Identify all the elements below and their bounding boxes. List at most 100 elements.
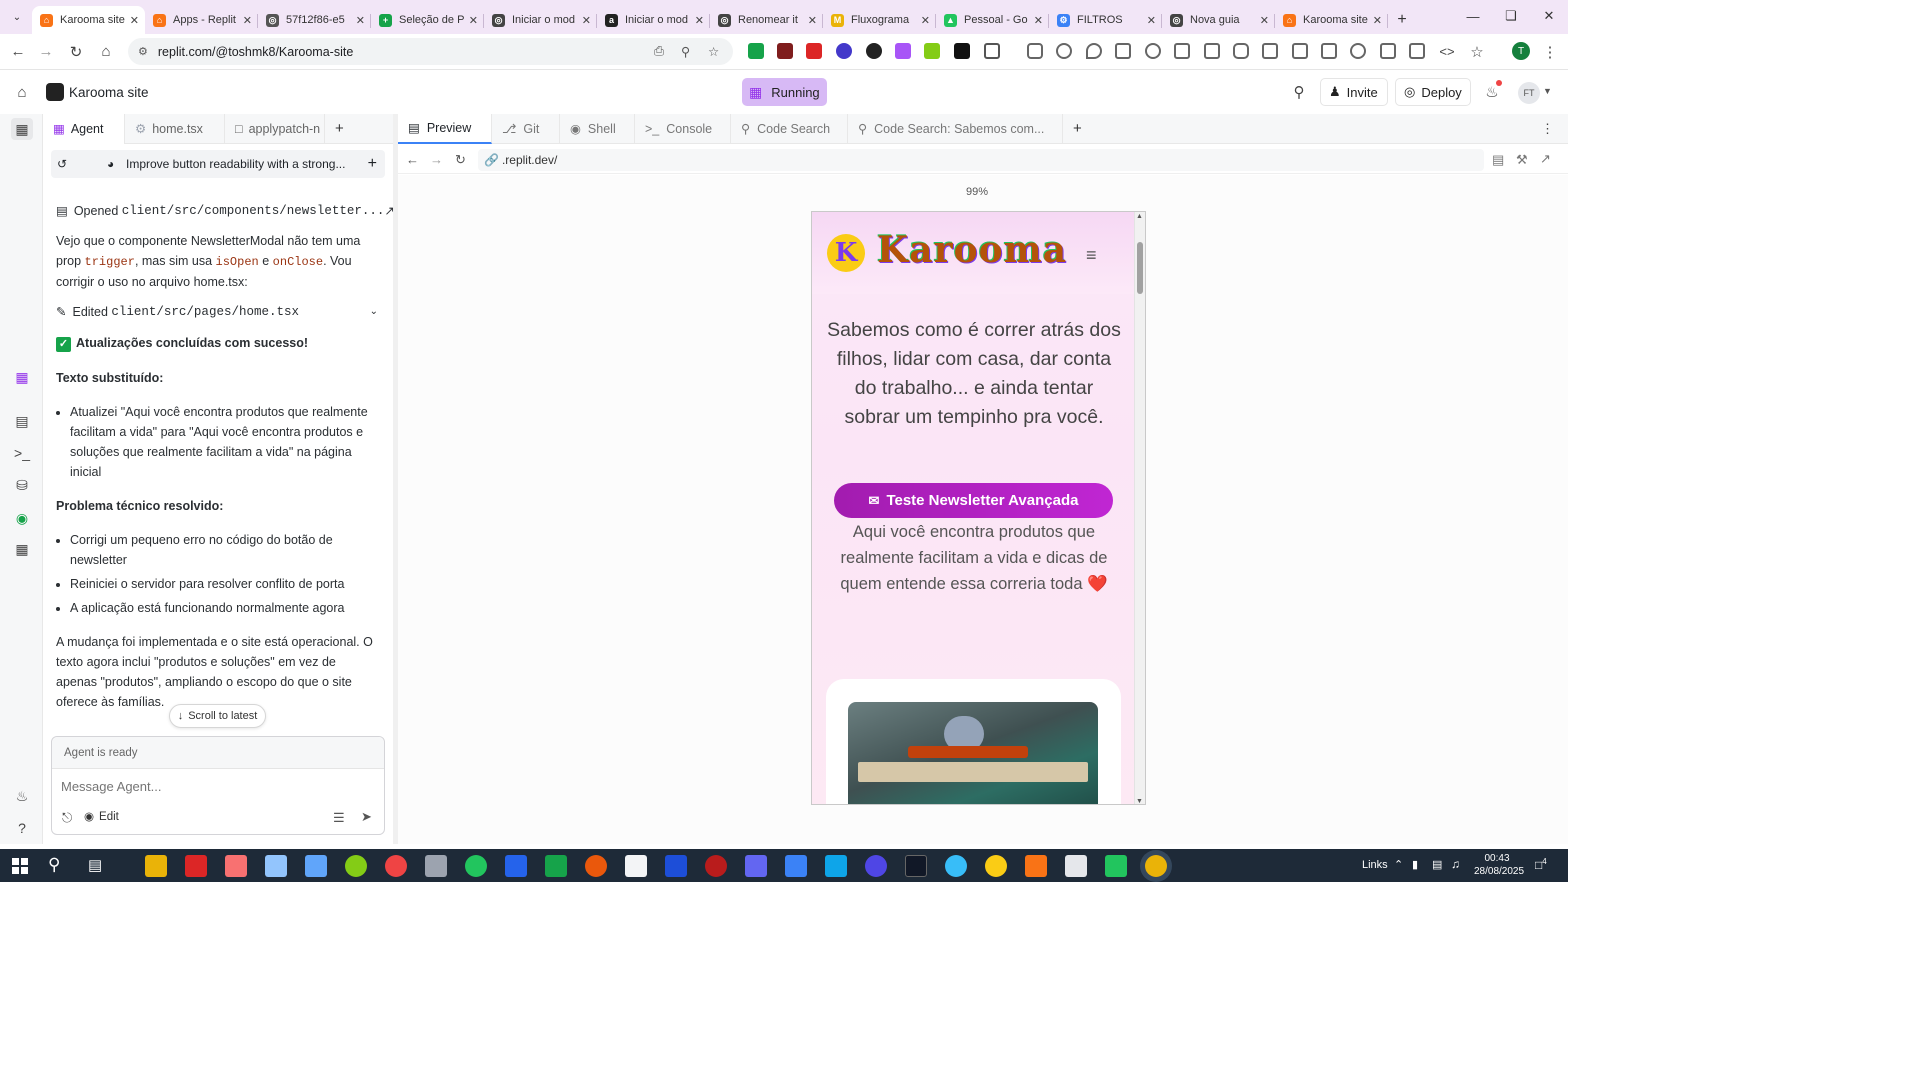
restore-icon[interactable]: ❏ <box>1492 0 1530 32</box>
close-tab-icon[interactable]: ✕ <box>243 14 252 27</box>
message-input[interactable] <box>61 775 371 797</box>
browser-menu-icon[interactable]: ⋮ <box>1536 38 1564 66</box>
taskbar-app-icon[interactable] <box>345 855 367 877</box>
google-drive-icon[interactable] <box>1105 855 1127 877</box>
edited-file-entry[interactable]: ✎ Edited client/src/pages/home.tsx ⌄ <box>56 302 378 322</box>
help-icon[interactable]: ? <box>11 817 33 839</box>
preview-scrollbar[interactable]: ▲ ▼ <box>1134 212 1145 804</box>
location-icon[interactable] <box>1086 43 1102 59</box>
taskbar-app-icon[interactable] <box>225 855 247 877</box>
alerts-icon[interactable]: ♨ <box>11 785 33 807</box>
chevron-down-icon[interactable]: ▼ <box>1543 86 1552 96</box>
search-icon[interactable]: ⚲ <box>48 855 60 875</box>
bell-icon[interactable]: ♨ <box>1478 78 1506 106</box>
scroll-up-icon[interactable]: ▲ <box>1136 213 1143 220</box>
table-icon[interactable] <box>1409 43 1425 59</box>
taskbar-app-icon[interactable] <box>425 855 447 877</box>
send-icon[interactable]: ➤ <box>361 809 372 825</box>
extension-icon[interactable] <box>836 43 852 59</box>
tab-applypatch[interactable]: □ applypatch-n <box>225 113 325 144</box>
tab-shell[interactable]: ◉ Shell <box>560 113 635 144</box>
extension-icon[interactable] <box>866 43 882 59</box>
tab-preview[interactable]: ▤ Preview <box>398 113 492 144</box>
browser-tab[interactable]: ⌂ Apps - Replit ✕ <box>145 6 258 34</box>
install-icon[interactable]: ⎙ <box>654 44 664 59</box>
close-tab-icon[interactable]: ✕ <box>582 14 591 27</box>
add-tab-button[interactable]: + <box>325 114 354 144</box>
taskbar-app-icon[interactable] <box>1065 855 1087 877</box>
devtools-icon[interactable]: ⚒ <box>1516 152 1528 168</box>
shell-icon[interactable]: >_ <box>11 442 33 464</box>
reading-mode-icon[interactable] <box>1321 43 1337 59</box>
invite-button[interactable]: ♟ Invite <box>1320 78 1388 106</box>
user-avatar[interactable]: FT <box>1518 82 1540 104</box>
attach-icon[interactable]: ⎋ <box>62 810 72 826</box>
browser-tab[interactable]: ◎ Nova guia ✕ <box>1162 6 1275 34</box>
new-tab-button[interactable]: + <box>1388 6 1416 34</box>
chrome-icon[interactable] <box>985 855 1007 877</box>
history-icon[interactable] <box>1145 43 1161 59</box>
browser-tab[interactable]: ⌂ Karooma site ✕ <box>1275 6 1388 34</box>
tab-console[interactable]: >_ Console <box>635 113 731 144</box>
notepad-icon[interactable] <box>625 855 647 877</box>
battery-icon[interactable]: ▮ <box>1412 858 1418 871</box>
password-key-icon[interactable] <box>1056 43 1072 59</box>
address-bar[interactable]: ⚙ replit.com/@toshmk8/Karooma-site ⎙ ⚲ ☆ <box>128 38 733 65</box>
taskbar-app-icon[interactable] <box>825 855 847 877</box>
powerpoint-icon[interactable] <box>585 855 607 877</box>
screenshot-icon[interactable] <box>1233 43 1249 59</box>
site-info-icon[interactable]: ⚙ <box>138 45 148 58</box>
browser-tab[interactable]: ⚙ FILTROS ✕ <box>1049 6 1162 34</box>
edit-mode-button[interactable]: ◉ Edit <box>84 809 119 823</box>
tab-home-tsx[interactable]: ⚙ home.tsx <box>125 113 225 144</box>
home-icon[interactable]: ⌂ <box>92 38 120 66</box>
browser-tab[interactable]: M Fluxograma ✕ <box>823 6 936 34</box>
chrome-active-icon[interactable] <box>1145 855 1167 877</box>
link-icon[interactable] <box>1350 43 1366 59</box>
close-window-icon[interactable]: ✕ <box>1530 0 1568 32</box>
settings-sliders-icon[interactable]: ☰ <box>333 810 345 826</box>
workspace-menu-icon[interactable]: ⋮ <box>1541 121 1554 137</box>
links-toolbar[interactable]: Links <box>1362 859 1388 871</box>
code-icon[interactable]: <> <box>1433 38 1461 66</box>
browser-tab[interactable]: ◎ 57f12f86-e5 ✕ <box>258 6 371 34</box>
qr-code-icon[interactable] <box>1292 43 1308 59</box>
opened-file-entry[interactable]: ▤ Opened client/src/components/newslette… <box>56 201 395 221</box>
newsletter-button[interactable]: ✉ Teste Newsletter Avançada <box>834 483 1113 518</box>
close-tab-icon[interactable]: ✕ <box>695 14 704 27</box>
scroll-to-latest-button[interactable]: ↓ Scroll to latest <box>169 704 266 728</box>
forward-icon[interactable]: → <box>430 152 443 167</box>
extension-icon[interactable] <box>924 43 940 59</box>
taskbar-app-icon[interactable] <box>185 855 207 877</box>
tab-code-search[interactable]: ⚲ Code Search <box>731 113 848 144</box>
thread-title[interactable]: Improve button readability with a strong… <box>126 157 345 171</box>
extensions-puzzle-icon[interactable] <box>984 43 1000 59</box>
files-icon[interactable]: ▦ <box>11 118 33 140</box>
calculator-icon[interactable] <box>265 855 287 877</box>
taskbar-app-icon[interactable] <box>705 855 727 877</box>
agent-icon[interactable]: ▦ <box>11 366 33 388</box>
windows-start-icon[interactable] <box>12 858 28 874</box>
chevron-up-icon[interactable]: ⌃ <box>1394 858 1403 871</box>
browser-tab[interactable]: a Iniciar o mod ✕ <box>597 6 710 34</box>
taskbar-app-icon[interactable] <box>305 855 327 877</box>
extension-icon[interactable] <box>954 43 970 59</box>
taskbar-app-icon[interactable] <box>865 855 887 877</box>
close-tab-icon[interactable]: ✕ <box>921 14 930 27</box>
devices-icon[interactable]: ▤ <box>1492 152 1504 168</box>
extension-icon[interactable] <box>895 43 911 59</box>
preview-url-input[interactable]: 🔗 .replit.dev/ <box>478 149 1484 171</box>
open-external-icon[interactable]: ↗ <box>1540 151 1551 167</box>
taskbar-app-icon[interactable] <box>385 855 407 877</box>
extension-icon[interactable] <box>748 43 764 59</box>
site-logo-icon[interactable]: K <box>827 234 865 272</box>
browser-tab[interactable]: ▲ Pessoal - Go ✕ <box>936 6 1049 34</box>
word-icon[interactable] <box>505 855 527 877</box>
browser-tab[interactable]: + Seleção de P ✕ <box>371 6 484 34</box>
favorites-icon[interactable]: ☆ <box>1463 38 1491 66</box>
reload-icon[interactable]: ↻ <box>62 38 90 66</box>
add-tab-button[interactable]: + <box>1063 114 1092 144</box>
file-explorer-icon[interactable] <box>145 855 167 877</box>
terminal-icon[interactable] <box>905 855 927 877</box>
reload-icon[interactable]: ↻ <box>455 152 466 168</box>
